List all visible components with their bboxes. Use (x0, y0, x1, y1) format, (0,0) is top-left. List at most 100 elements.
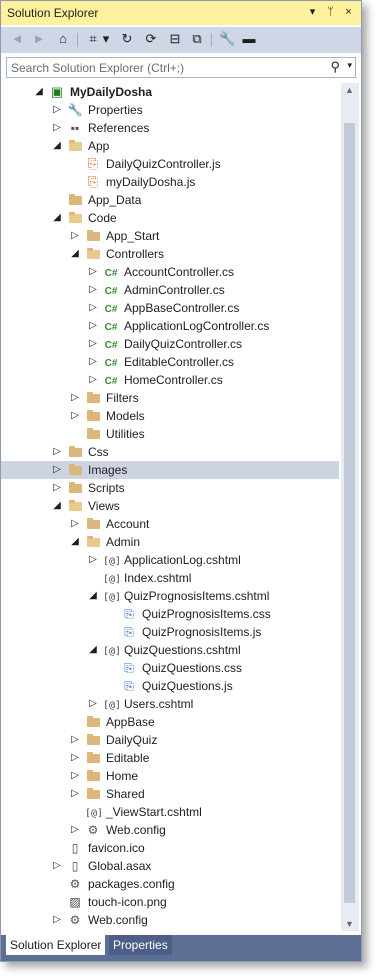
collapse-arrow-icon[interactable]: ◢ (87, 641, 99, 659)
tree-item[interactable]: ▷ C# HomeController.cs (1, 371, 339, 389)
expand-arrow-icon[interactable]: ▷ (51, 857, 63, 875)
tree-item[interactable]: App_Data (1, 191, 339, 209)
tree-item[interactable]: ▷ ▯ Global.asax (1, 857, 339, 875)
tree-item[interactable]: ▷ [@] ApplicationLog.cshtml (1, 551, 339, 569)
tree-item[interactable]: ▷ C# EditableController.cs (1, 353, 339, 371)
tree-item[interactable]: ⎘ QuizPrognosisItems.js (1, 623, 339, 641)
sync-icon[interactable]: ↻ (119, 31, 135, 47)
title-bar[interactable]: Solution Explorer ▾ ᛘ × (1, 1, 361, 25)
collapse-arrow-icon[interactable]: ◢ (51, 209, 63, 227)
refresh-icon[interactable]: ⟳ (143, 31, 159, 47)
expand-arrow-icon[interactable]: ▷ (69, 731, 81, 749)
home-icon[interactable]: ⌂ (55, 31, 71, 47)
tab-solution-explorer[interactable]: Solution Explorer (6, 935, 106, 955)
window-position-button[interactable]: ▾ (305, 4, 320, 20)
tree-item[interactable]: ◢ Code (1, 209, 339, 227)
expand-arrow-icon[interactable]: ▷ (51, 101, 63, 119)
tree-item[interactable]: ◢ [@] QuizQuestions.cshtml (1, 641, 339, 659)
show-all-files-icon[interactable]: ⧉ (189, 31, 205, 47)
expand-arrow-icon[interactable]: ▷ (87, 317, 99, 335)
expand-arrow-icon[interactable]: ▷ (87, 551, 99, 569)
tree-item[interactable]: ⎘ QuizQuestions.css (1, 659, 339, 677)
tree-item[interactable]: ⎘ myDailyDosha.js (1, 173, 339, 191)
tree-item[interactable]: ▷ Filters (1, 389, 339, 407)
collapse-arrow-icon[interactable]: ◢ (51, 497, 63, 515)
expand-arrow-icon[interactable]: ▷ (51, 443, 63, 461)
expand-arrow-icon[interactable]: ▷ (69, 389, 81, 407)
expand-arrow-icon[interactable]: ▷ (51, 479, 63, 497)
expand-arrow-icon[interactable]: ▷ (51, 911, 63, 929)
tree-item[interactable]: ▯ favicon.ico (1, 839, 339, 857)
tree-item[interactable]: [@] _ViewStart.cshtml (1, 803, 339, 821)
scrollbar-thumb[interactable] (344, 123, 355, 903)
tree-item[interactable]: ▷ C# AppBaseController.cs (1, 299, 339, 317)
tree-item[interactable]: ▷ Images (1, 461, 339, 479)
tree-item[interactable]: ◢ ▣ MyDailyDosha (1, 83, 339, 101)
tree-item[interactable]: ▷ [@] Users.cshtml (1, 695, 339, 713)
preview-icon[interactable]: ▬ (241, 31, 257, 47)
tree-item[interactable]: ⎘ QuizPrognosisItems.css (1, 605, 339, 623)
search-input[interactable]: Search Solution Explorer (Ctrl+;) (11, 61, 184, 75)
expand-arrow-icon[interactable]: ▷ (87, 281, 99, 299)
vertical-scrollbar[interactable]: ▲ ▼ (341, 83, 359, 931)
expand-arrow-icon[interactable]: ▷ (87, 371, 99, 389)
expand-arrow-icon[interactable]: ▷ (69, 785, 81, 803)
pin-button[interactable]: ᛘ (323, 4, 338, 20)
scroll-up-icon[interactable]: ▲ (345, 85, 354, 95)
tab-properties[interactable]: Properties (109, 935, 172, 955)
tree-item[interactable]: ▷ ▪▪ References (1, 119, 339, 137)
expand-arrow-icon[interactable]: ▷ (87, 263, 99, 281)
tree-item[interactable]: ◢ Controllers (1, 245, 339, 263)
tree-item[interactable]: ◢ Views (1, 497, 339, 515)
dropdown-icon[interactable]: ▾ (101, 31, 111, 47)
tree-item[interactable]: ▷ Css (1, 443, 339, 461)
close-button[interactable]: × (341, 4, 356, 20)
tree-item[interactable]: ▷ DailyQuiz (1, 731, 339, 749)
expand-arrow-icon[interactable]: ▷ (69, 407, 81, 425)
tree-item[interactable]: ▷ Models (1, 407, 339, 425)
collapse-arrow-icon[interactable]: ◢ (69, 533, 81, 551)
search-box[interactable]: Search Solution Explorer (Ctrl+;) ⚲ ▾ (6, 57, 356, 78)
collapse-arrow-icon[interactable]: ◢ (33, 83, 45, 101)
tree-item[interactable]: ▷ 🔧 Properties (1, 101, 339, 119)
properties-icon[interactable]: 🔧 (219, 31, 235, 47)
tree-item[interactable]: ⎘ QuizQuestions.js (1, 677, 339, 695)
expand-arrow-icon[interactable]: ▷ (87, 299, 99, 317)
expand-arrow-icon[interactable]: ▷ (69, 227, 81, 245)
scroll-down-icon[interactable]: ▼ (345, 919, 354, 929)
expand-arrow-icon[interactable]: ▷ (69, 749, 81, 767)
tree-item[interactable]: ▨ touch-icon.png (1, 893, 339, 911)
tree-item[interactable]: ▷ C# ApplicationLogController.cs (1, 317, 339, 335)
tree-item[interactable]: ▷ App_Start (1, 227, 339, 245)
collapse-arrow-icon[interactable]: ◢ (69, 245, 81, 263)
search-options-dropdown-icon[interactable]: ▾ (347, 60, 352, 71)
tree-item[interactable]: ▷ Home (1, 767, 339, 785)
tree-item[interactable]: ▷ ⚙ Web.config (1, 911, 339, 929)
tree-item[interactable]: ◢ [@] QuizPrognosisItems.cshtml (1, 587, 339, 605)
collapse-arrow-icon[interactable]: ◢ (51, 137, 63, 155)
expand-arrow-icon[interactable]: ▷ (51, 119, 63, 137)
tree-item[interactable]: ▷ ⚙ Web.config (1, 821, 339, 839)
expand-arrow-icon[interactable]: ▷ (69, 767, 81, 785)
expand-arrow-icon[interactable]: ▷ (69, 515, 81, 533)
tree-item[interactable]: ▷ C# AdminController.cs (1, 281, 339, 299)
back-icon[interactable]: ◄ (9, 31, 25, 47)
tree-item[interactable]: ▷ Account (1, 515, 339, 533)
tree-item[interactable]: AppBase (1, 713, 339, 731)
tree-item[interactable]: [@] Index.cshtml (1, 569, 339, 587)
tree-item[interactable]: ▷ C# DailyQuizController.cs (1, 335, 339, 353)
pending-changes-filter-icon[interactable]: ⌗ (85, 31, 101, 47)
tree-item[interactable]: Utilities (1, 425, 339, 443)
forward-icon[interactable]: ► (31, 31, 47, 47)
collapse-arrow-icon[interactable]: ◢ (87, 587, 99, 605)
tree-item[interactable]: ▷ Editable (1, 749, 339, 767)
tree-item[interactable]: ◢ App (1, 137, 339, 155)
search-icon[interactable]: ⚲ (330, 59, 340, 75)
tree-item[interactable]: ▷ Scripts (1, 479, 339, 497)
expand-arrow-icon[interactable]: ▷ (51, 461, 63, 479)
expand-arrow-icon[interactable]: ▷ (87, 335, 99, 353)
tree-item[interactable]: ⚙ packages.config (1, 875, 339, 893)
tree-item[interactable]: ◢ Admin (1, 533, 339, 551)
expand-arrow-icon[interactable]: ▷ (69, 821, 81, 839)
collapse-all-icon[interactable]: ⊟ (167, 31, 183, 47)
